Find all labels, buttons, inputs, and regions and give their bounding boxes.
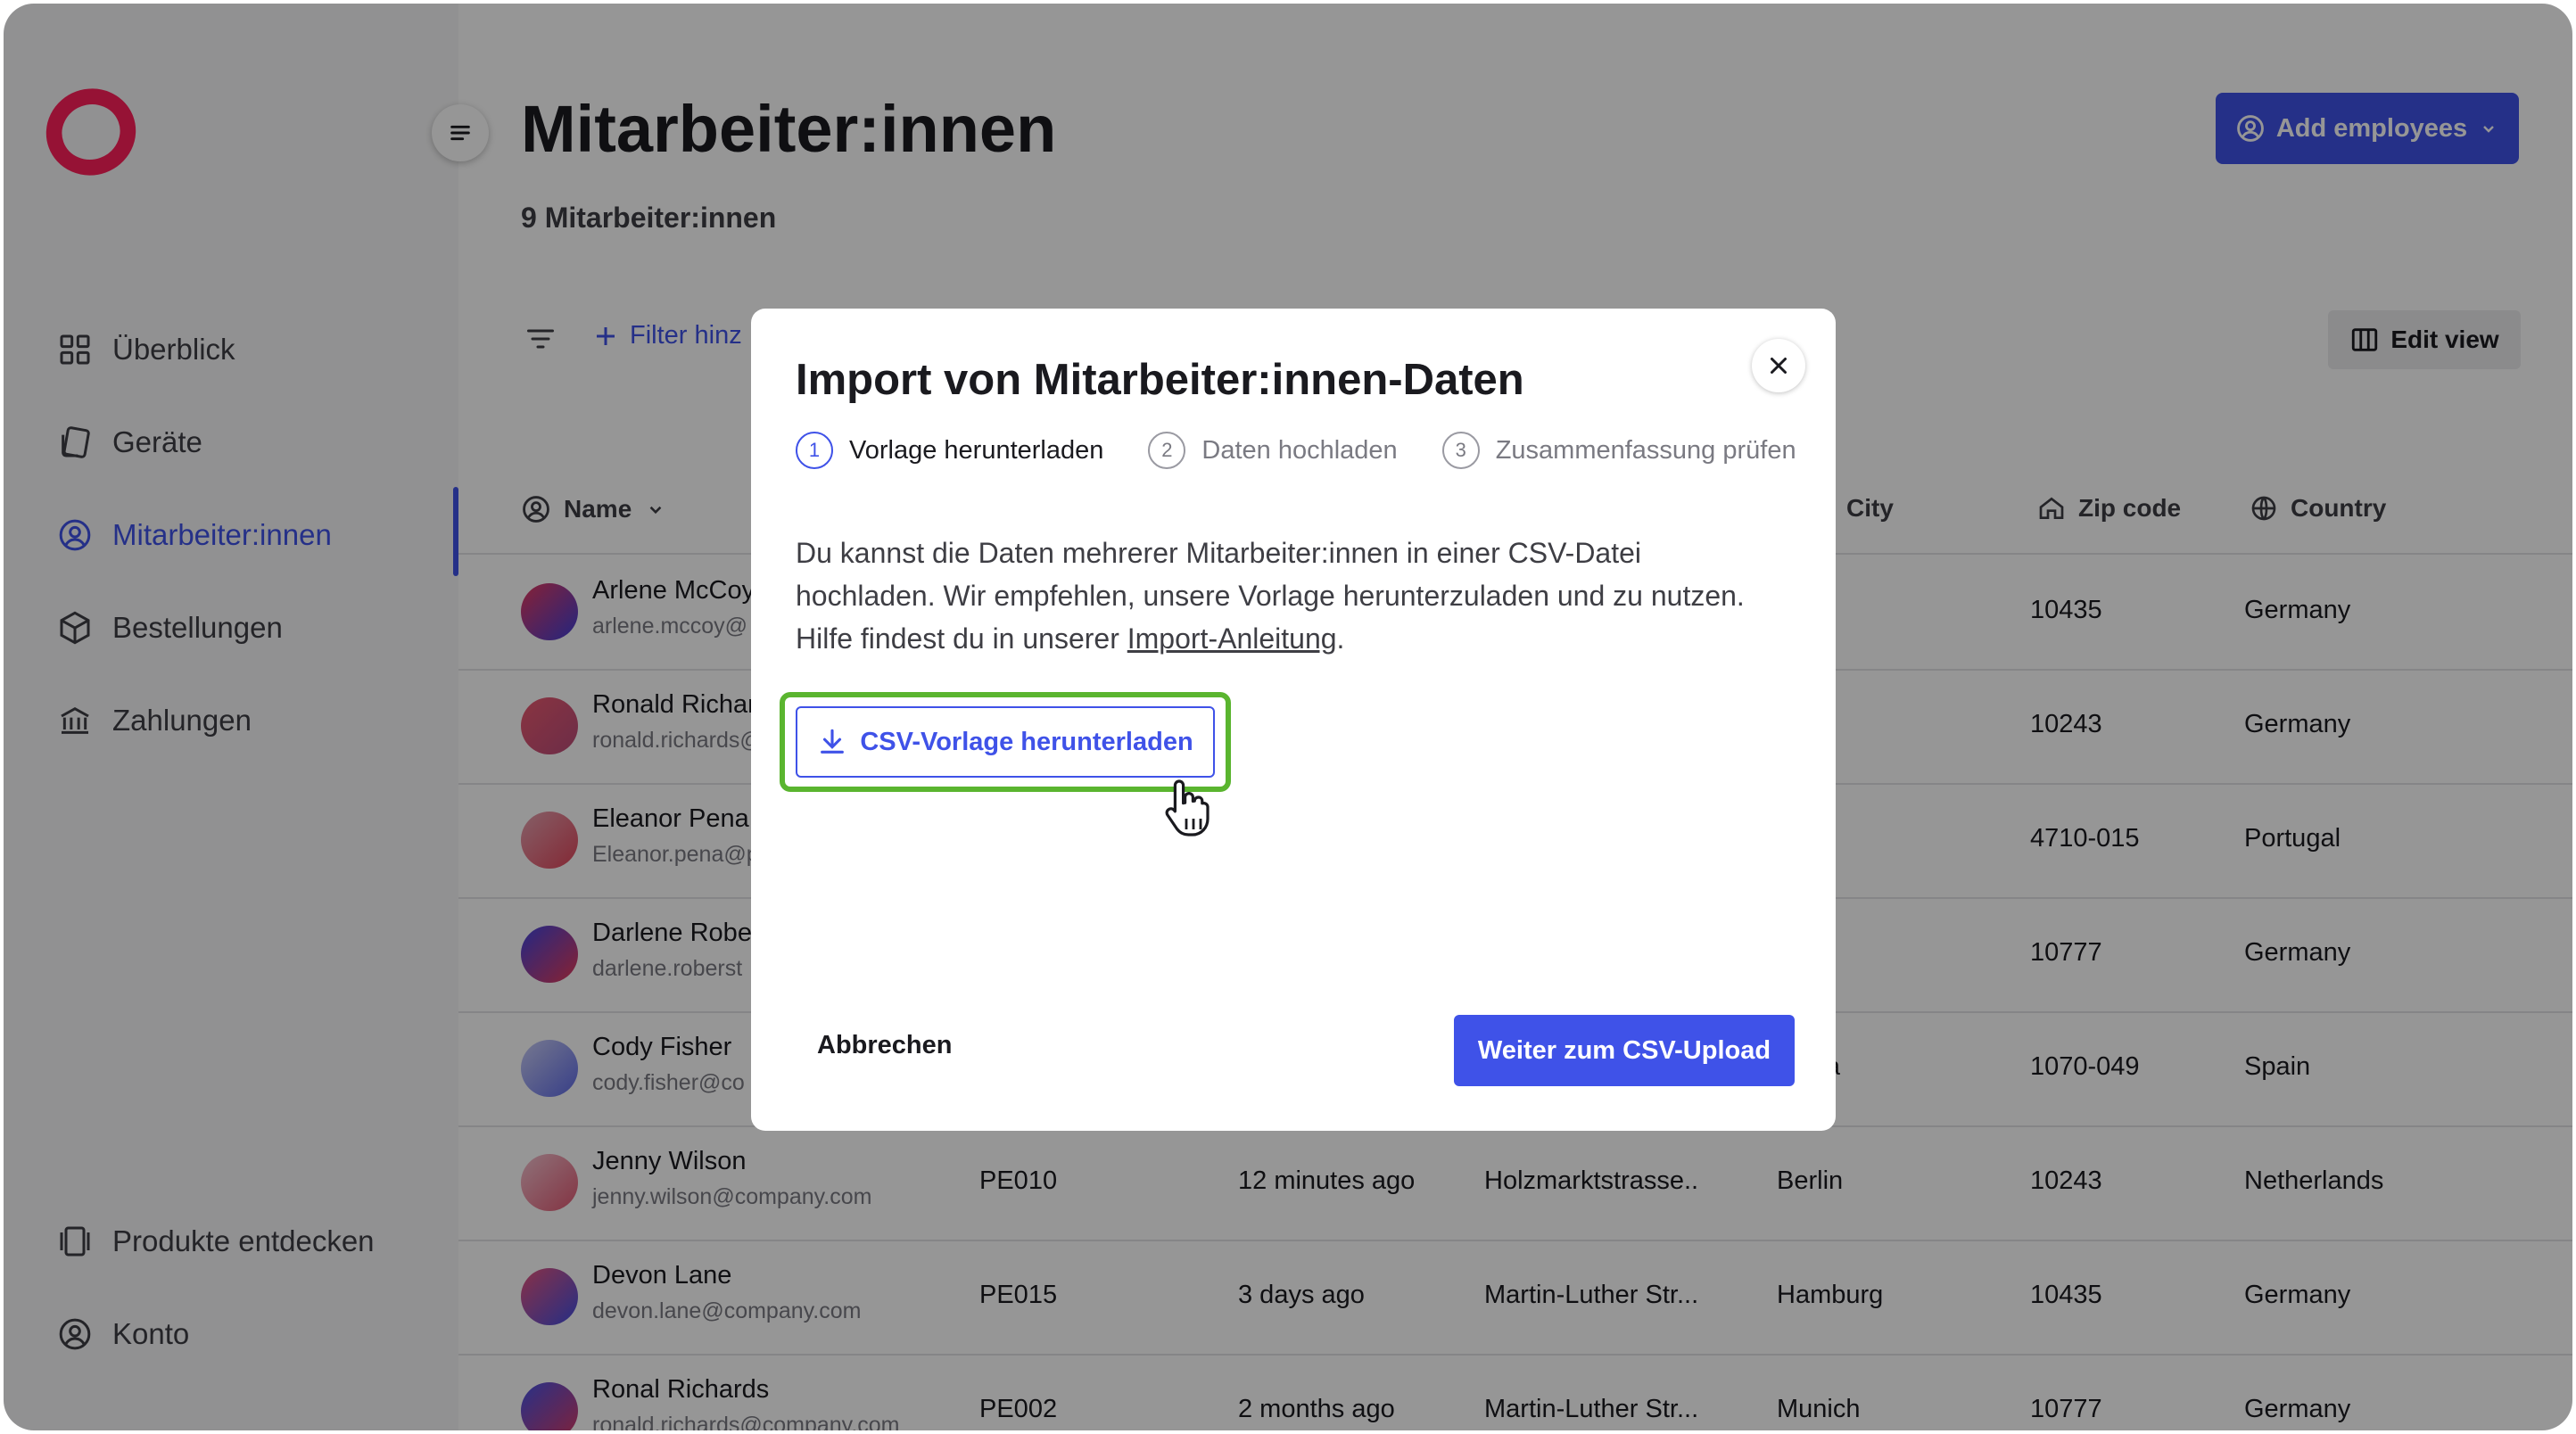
step-number: 1 — [796, 432, 833, 469]
step-number: 2 — [1148, 432, 1186, 469]
continue-to-upload-button[interactable]: Weiter zum CSV-Upload — [1454, 1015, 1795, 1086]
close-dialog-button[interactable] — [1752, 339, 1805, 392]
download-csv-template-button[interactable]: CSV-Vorlage herunterladen — [796, 706, 1215, 778]
close-icon — [1771, 358, 1787, 374]
stepper: 1 Vorlage herunterladen 2 Daten hochlade… — [796, 432, 1836, 469]
step-download-template: 1 Vorlage herunterladen — [796, 432, 1103, 469]
step-number: 3 — [1441, 432, 1480, 469]
step-upload-data: 2 Daten hochladen — [1148, 432, 1398, 469]
step-label: Zusammenfassung prüfen — [1495, 435, 1796, 465]
dialog-description: Du kannst die Daten mehrerer Mitarbeiter… — [796, 532, 1777, 660]
cancel-button[interactable]: Abbrechen — [817, 1031, 952, 1060]
app-window: Überblick Geräte Mitarbeiter:innen Beste… — [4, 4, 2572, 1430]
import-dialog: Import von Mitarbeiter:innen-Daten 1 Vor… — [751, 309, 1836, 1131]
dialog-title: Import von Mitarbeiter:innen-Daten — [796, 356, 1524, 404]
step-label: Daten hochladen — [1201, 435, 1398, 465]
download-csv-label: CSV-Vorlage herunterladen — [860, 727, 1193, 756]
hand-cursor-icon — [1165, 779, 1210, 836]
import-guide-link[interactable]: Import-Anleitung — [1127, 622, 1337, 655]
step-label: Vorlage herunterladen — [849, 435, 1104, 465]
description-end: . — [1336, 622, 1345, 655]
download-icon — [821, 729, 845, 754]
step-review-summary: 3 Zusammenfassung prüfen — [1441, 432, 1796, 469]
